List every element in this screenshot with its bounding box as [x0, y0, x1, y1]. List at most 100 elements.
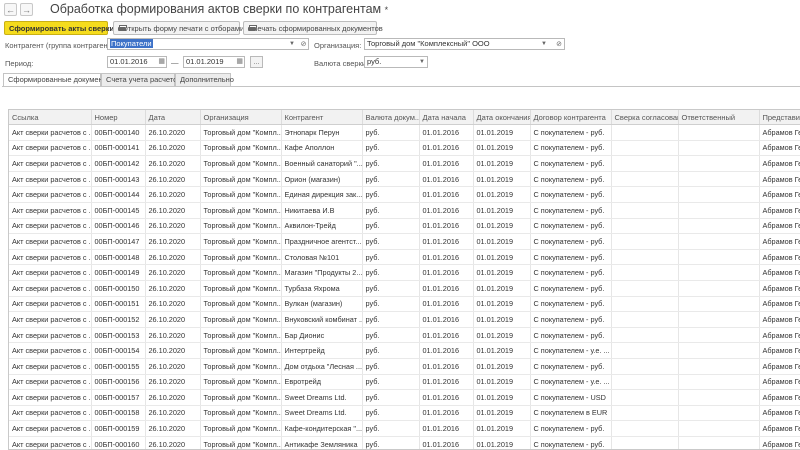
table-cell: 00БП-000141: [91, 140, 146, 157]
table-cell: 01.01.2016: [419, 155, 474, 172]
table-row[interactable]: Акт сверки расчетов с ... 00БП-000157 26.1…: [9, 389, 800, 406]
table-cell: 26.10.2020: [145, 280, 201, 297]
table-row[interactable]: Акт сверки расчетов с ... 00БП-000141 26.1…: [9, 140, 800, 157]
table-cell: Торговый дом "Компл...: [200, 436, 282, 449]
table-cell: Торговый дом "Компл...: [200, 374, 282, 391]
table-cell: руб.: [362, 202, 420, 219]
column-header[interactable]: Дата начала: [419, 110, 474, 125]
table-row[interactable]: Акт сверки расчетов с ... 00БП-000159 26.1…: [9, 420, 800, 437]
column-header[interactable]: Договор контрагента: [530, 110, 612, 125]
generate-acts-button[interactable]: Сформировать акты сверки: [4, 21, 114, 35]
calendar-icon[interactable]: ▦: [158, 57, 165, 67]
table-cell: руб.: [362, 249, 420, 266]
table-row[interactable]: Акт сверки расчетов с ... 00БП-000140 26.1…: [9, 124, 800, 141]
table-row[interactable]: Акт сверки расчетов с ... 00БП-000154 26.1…: [9, 342, 800, 359]
table-cell: 00БП-000158: [91, 405, 146, 422]
table-row[interactable]: Акт сверки расчетов с ... 00БП-000158 26.1…: [9, 405, 800, 422]
table-cell: [611, 233, 679, 250]
table-cell: Аквилон-Трейд: [281, 218, 363, 235]
table-cell: [678, 358, 760, 375]
table-row[interactable]: Акт сверки расчетов с ... 00БП-000150 26.1…: [9, 280, 800, 297]
table-row[interactable]: Акт сверки расчетов с ... 00БП-000146 26.1…: [9, 218, 800, 235]
column-header[interactable]: Валюта докум...: [362, 110, 420, 125]
table-cell: 01.01.2016: [419, 140, 474, 157]
table-cell: Абрамов Ге: [759, 140, 800, 157]
period-from-field[interactable]: 01.01.2016 ▦: [107, 56, 167, 68]
table-cell: 01.01.2016: [419, 171, 474, 188]
table-row[interactable]: Акт сверки расчетов с ... 00БП-000156 26.1…: [9, 374, 800, 391]
table-row[interactable]: Акт сверки расчетов с ... 00БП-000144 26.1…: [9, 186, 800, 203]
currency-field[interactable]: руб. ▼: [364, 56, 428, 68]
column-header[interactable]: Сверка согласована: [611, 110, 679, 125]
table-cell: Акт сверки расчетов с ...: [9, 233, 92, 250]
arrow-right-icon: →: [22, 4, 31, 15]
table-row[interactable]: Акт сверки расчетов с ... 00БП-000143 26.1…: [9, 171, 800, 188]
counterparty-open-button[interactable]: ⊘: [299, 38, 309, 50]
column-header[interactable]: Ссылка: [9, 110, 92, 125]
table-cell: 01.01.2016: [419, 405, 474, 422]
table-row[interactable]: Акт сверки расчетов с ... 00БП-000149 26.1…: [9, 264, 800, 281]
calendar-icon[interactable]: ▦: [236, 57, 243, 67]
forward-button[interactable]: →: [20, 3, 33, 16]
table-cell: Акт сверки расчетов с ...: [9, 405, 92, 422]
table-cell: 26.10.2020: [145, 264, 201, 281]
period-from-value: 01.01.2016: [110, 57, 148, 66]
table-row[interactable]: Акт сверки расчетов с ... 00БП-000155 26.1…: [9, 358, 800, 375]
column-header[interactable]: Дата: [145, 110, 201, 125]
column-header[interactable]: Организация: [200, 110, 282, 125]
organization-open-button[interactable]: ⊘: [554, 38, 565, 50]
page-title: Обработка формирования актов сверки по к…: [50, 2, 388, 16]
column-header[interactable]: Дата окончания: [473, 110, 531, 125]
tab-generated-documents[interactable]: Сформированные документы: [3, 73, 112, 87]
period-select-button[interactable]: ...: [250, 56, 263, 68]
table-cell: Акт сверки расчетов с ...: [9, 311, 92, 328]
chevron-down-icon[interactable]: ▼: [289, 39, 295, 49]
table-cell: руб.: [362, 436, 420, 449]
table-cell: [678, 140, 760, 157]
table-cell: [611, 218, 679, 235]
table-cell: [611, 311, 679, 328]
table-cell: [611, 358, 679, 375]
table-row[interactable]: Акт сверки расчетов с ... 00БП-000148 26.1…: [9, 249, 800, 266]
table-cell: С покупателем - руб.: [530, 233, 612, 250]
chevron-down-icon[interactable]: ▼: [419, 57, 425, 67]
table-cell: [678, 296, 760, 313]
link-icon: ⊘: [556, 41, 562, 48]
table-cell: Торговый дом "Компл...: [200, 342, 282, 359]
table-row[interactable]: Акт сверки расчетов с ... 00БП-000142 26.1…: [9, 155, 800, 172]
table-cell: С покупателем - руб.: [530, 140, 612, 157]
table-cell: Вулкан (магазин): [281, 296, 363, 313]
table-cell: Столовая №101: [281, 249, 363, 266]
period-to-field[interactable]: 01.01.2019 ▦: [183, 56, 245, 68]
column-header[interactable]: Номер: [91, 110, 146, 125]
chevron-down-icon[interactable]: ▼: [541, 39, 547, 49]
column-header[interactable]: Контрагент: [281, 110, 363, 125]
table-cell: руб.: [362, 327, 420, 344]
table-cell: Абрамов Ге: [759, 202, 800, 219]
tab-settlement-accounts[interactable]: Счета учета расчетов: [101, 73, 181, 86]
column-header[interactable]: Ответственный: [678, 110, 760, 125]
tab-additional[interactable]: Дополнительно: [175, 73, 234, 86]
back-button[interactable]: ←: [4, 3, 17, 16]
table-row[interactable]: Акт сверки расчетов с ... 00БП-000147 26.1…: [9, 233, 800, 250]
table-cell: Торговый дом "Компл...: [200, 389, 282, 406]
organization-field[interactable]: Торговый дом "Комплексный" ООО ▼: [364, 38, 560, 50]
column-header[interactable]: Представите: [759, 110, 800, 125]
documents-table[interactable]: Ссылка Номер Дата Организация Контрагент…: [8, 109, 800, 450]
table-row[interactable]: Акт сверки расчетов с ... 00БП-000145 26.1…: [9, 202, 800, 219]
table-cell: 00БП-000142: [91, 155, 146, 172]
table-cell: Антикафе Земляника: [281, 436, 363, 449]
table-cell: руб.: [362, 264, 420, 281]
table-row[interactable]: Акт сверки расчетов с ... 00БП-000153 26.1…: [9, 327, 800, 344]
table-row[interactable]: Акт сверки расчетов с ... 00БП-000151 26.1…: [9, 296, 800, 313]
table-row[interactable]: Акт сверки расчетов с ... 00БП-000160 26.1…: [9, 436, 800, 449]
table-cell: С покупателем - руб.: [530, 420, 612, 437]
tab-divider: [2, 86, 800, 87]
table-row[interactable]: Акт сверки расчетов с ... 00БП-000152 26.1…: [9, 311, 800, 328]
table-cell: руб.: [362, 374, 420, 391]
open-print-form-button[interactable]: Открыть форму печати с отборами: [113, 21, 244, 35]
table-cell: 26.10.2020: [145, 420, 201, 437]
tab-label: Дополнительно: [180, 75, 234, 84]
counterparty-field[interactable]: Покупатели ▼: [107, 38, 308, 50]
print-generated-button[interactable]: Печать сформированных документов: [243, 21, 383, 35]
